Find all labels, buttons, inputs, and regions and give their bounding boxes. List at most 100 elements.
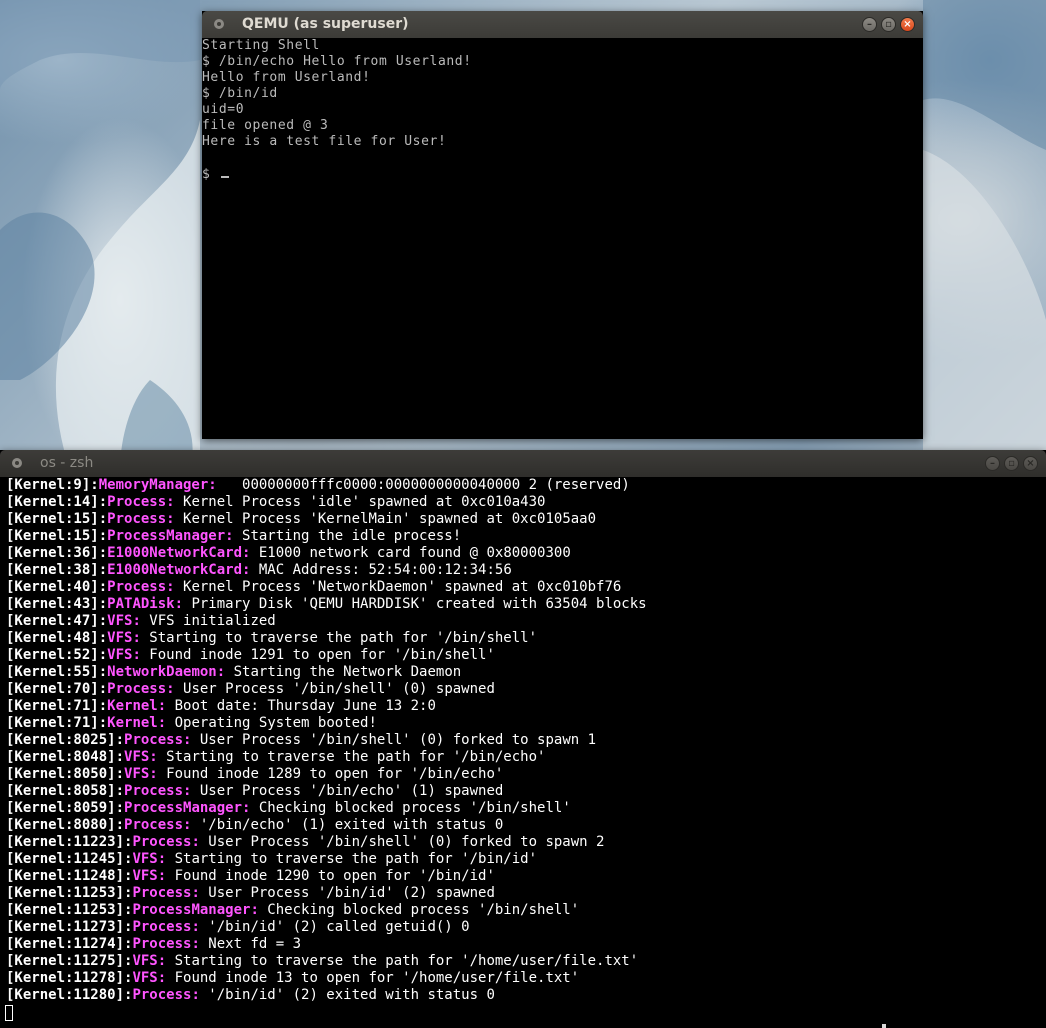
log-line: [Kernel:15]:ProcessManager: Starting the…: [0, 528, 1046, 545]
log-module: VFS:: [107, 613, 141, 629]
console-cursor: [220, 166, 229, 178]
log-line: [Kernel:11248]:VFS: Found inode 1290 to …: [0, 868, 1046, 885]
log-module: VFS:: [107, 630, 141, 646]
log-prefix: [Kernel:71]:: [6, 715, 108, 731]
log-message: '/bin/id' (2) exited with status 0: [199, 987, 495, 1003]
minimize-icon[interactable]: –: [985, 456, 1000, 471]
log-prefix: [Kernel:11280]:: [6, 987, 133, 1003]
log-message: User Process '/bin/shell' (0) spawned: [174, 681, 495, 697]
minimize-icon[interactable]: –: [862, 17, 877, 32]
log-line: [Kernel:11274]:Process: Next fd = 3: [0, 936, 1046, 953]
log-line: [Kernel:9]:MemoryManager: 00000000fffc00…: [0, 477, 1046, 494]
log-prefix: [Kernel:15]:: [6, 528, 108, 544]
log-prefix: [Kernel:11275]:: [6, 953, 133, 969]
log-module: Process:: [132, 919, 200, 935]
terminal-window-title: os - zsh: [40, 455, 94, 471]
log-message: Kernel Process 'idle' spawned at 0xc010a…: [174, 494, 546, 510]
console-line: uid=0: [202, 102, 245, 117]
log-prefix: [Kernel:48]:: [6, 630, 108, 646]
log-message: User Process '/bin/echo' (1) spawned: [191, 783, 504, 799]
log-module: ProcessManager:: [124, 800, 251, 816]
window-menu-icon[interactable]: [12, 458, 22, 468]
log-module: Process:: [107, 579, 175, 595]
log-line: [Kernel:11273]:Process: '/bin/id' (2) ca…: [0, 919, 1046, 936]
terminal-window[interactable]: os - zsh – ▫ × [Kernel:9]:MemoryManager:…: [0, 450, 1046, 1028]
log-line: [Kernel:40]:Process: Kernel Process 'Net…: [0, 579, 1046, 596]
log-line: [Kernel:8059]:ProcessManager: Checking b…: [0, 800, 1046, 817]
log-message: VFS initialized: [140, 613, 276, 629]
log-message: Kernel Process 'KernelMain' spawned at 0…: [174, 511, 597, 527]
log-prefix: [Kernel:8059]:: [6, 800, 125, 816]
log-prefix: [Kernel:40]:: [6, 579, 108, 595]
qemu-window-title: QEMU (as superuser): [242, 16, 409, 32]
close-icon[interactable]: ×: [1023, 456, 1038, 471]
log-prefix: [Kernel:11253]:: [6, 885, 133, 901]
terminal-titlebar[interactable]: os - zsh – ▫ ×: [0, 450, 1046, 477]
log-prefix: [Kernel:11273]:: [6, 919, 133, 935]
log-message: Starting to traverse the path for '/bin/…: [157, 749, 546, 765]
log-message: Next fd = 3: [199, 936, 302, 952]
terminal-output[interactable]: [Kernel:9]:MemoryManager: 00000000fffc00…: [0, 477, 1046, 1028]
log-prefix: [Kernel:8048]:: [6, 749, 125, 765]
log-prefix: [Kernel:11274]:: [6, 936, 133, 952]
log-module: PATADisk:: [107, 596, 184, 612]
log-message: User Process '/bin/id' (2) spawned: [199, 885, 495, 901]
log-message: Starting the idle process!: [233, 528, 462, 544]
log-line: [Kernel:11275]:VFS: Starting to traverse…: [0, 953, 1046, 970]
console-line: Starting Shell: [202, 38, 320, 53]
log-prefix: [Kernel:70]:: [6, 681, 108, 697]
log-prefix: [Kernel:11223]:: [6, 834, 133, 850]
log-module: ProcessManager:: [132, 902, 259, 918]
console-line: file opened @ 3: [202, 118, 329, 133]
log-prefix: [Kernel:43]:: [6, 596, 108, 612]
qemu-window[interactable]: QEMU (as superuser) – ▫ × Starting Shell…: [202, 11, 923, 439]
close-icon[interactable]: ×: [900, 17, 915, 32]
log-prefix: [Kernel:8050]:: [6, 766, 125, 782]
terminal-cursor: [5, 1005, 13, 1021]
log-module: Process:: [132, 834, 200, 850]
log-prefix: [Kernel:55]:: [6, 664, 108, 680]
log-line: [Kernel:52]:VFS: Found inode 1291 to ope…: [0, 647, 1046, 664]
qemu-titlebar[interactable]: QEMU (as superuser) – ▫ ×: [202, 11, 923, 38]
log-message: Starting the Network Daemon: [225, 664, 462, 680]
log-line: [Kernel:71]:Kernel: Boot date: Thursday …: [0, 698, 1046, 715]
log-message: Found inode 13 to open for '/home/user/f…: [166, 970, 580, 986]
log-line: [Kernel:11253]:Process: User Process '/b…: [0, 885, 1046, 902]
log-line: [Kernel:47]:VFS: VFS initialized: [0, 613, 1046, 630]
qemu-console[interactable]: Starting Shell $ /bin/echo Hello from Us…: [202, 38, 923, 439]
log-line: [Kernel:11278]:VFS: Found inode 13 to op…: [0, 970, 1046, 987]
log-prefix: [Kernel:47]:: [6, 613, 108, 629]
log-module: Process:: [132, 885, 200, 901]
window-menu-icon[interactable]: [214, 19, 224, 29]
log-line: [Kernel:36]:E1000NetworkCard: E1000 netw…: [0, 545, 1046, 562]
log-line: [Kernel:38]:E1000NetworkCard: MAC Addres…: [0, 562, 1046, 579]
log-message: Starting to traverse the path for '/bin/…: [140, 630, 538, 646]
resize-handle[interactable]: [882, 1024, 886, 1028]
log-prefix: [Kernel:8058]:: [6, 783, 125, 799]
console-line: Hello from Userland!: [202, 70, 371, 85]
log-message: Found inode 1289 to open for '/bin/echo': [157, 766, 504, 782]
log-module: Process:: [124, 817, 192, 833]
maximize-icon[interactable]: ▫: [881, 17, 896, 32]
log-module: VFS:: [132, 868, 167, 884]
log-line: [Kernel:55]:NetworkDaemon: Starting the …: [0, 664, 1046, 681]
log-prefix: [Kernel:38]:: [6, 562, 108, 578]
log-message: E1000 network card found @ 0x80000300: [250, 545, 571, 561]
log-message: Primary Disk 'QEMU HARDDISK' created wit…: [183, 596, 647, 612]
log-module: E1000NetworkCard:: [107, 545, 251, 561]
log-line: [Kernel:15]:Process: Kernel Process 'Ker…: [0, 511, 1046, 528]
log-prefix: [Kernel:15]:: [6, 511, 108, 527]
maximize-icon[interactable]: ▫: [1004, 456, 1019, 471]
console-prompt-line[interactable]: $: [202, 166, 923, 182]
log-module: VFS:: [124, 766, 158, 782]
log-prefix: [Kernel:36]:: [6, 545, 108, 561]
console-line: $ /bin/id: [202, 86, 278, 101]
log-line: [Kernel:11280]:Process: '/bin/id' (2) ex…: [0, 987, 1046, 1004]
shell-prompt: $: [202, 167, 211, 182]
log-prefix: [Kernel:52]:: [6, 647, 108, 663]
log-module: Process:: [107, 681, 175, 697]
log-prefix: [Kernel:8080]:: [6, 817, 125, 833]
log-module: MemoryManager:: [98, 477, 217, 493]
log-module: VFS:: [124, 749, 158, 765]
